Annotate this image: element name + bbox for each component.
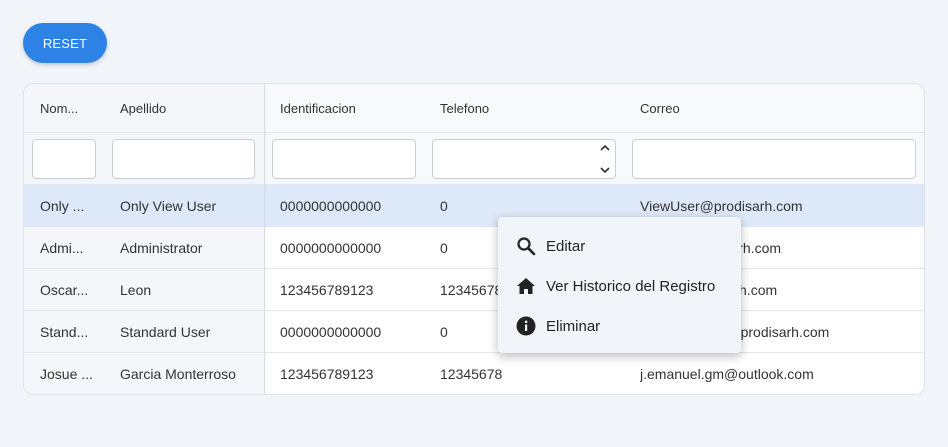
cell-telefono: 12345678 <box>440 366 503 382</box>
data-grid: Nom... Apellido Identificacion Telefono … <box>23 83 925 395</box>
menu-item-ver-historico[interactable]: Ver Historico del Registro <box>498 266 741 306</box>
cell-nombre: Oscar... <box>40 281 89 298</box>
info-icon <box>515 315 537 337</box>
chevron-up-icon[interactable] <box>600 144 610 151</box>
table-row[interactable]: Admi... Administrator 0000000000000 0 ad… <box>24 227 924 269</box>
menu-item-label: Ver Historico del Registro <box>546 277 716 295</box>
filter-input-telefono[interactable] <box>432 139 616 179</box>
menu-item-label: Eliminar <box>546 317 601 335</box>
filter-input-apellido[interactable] <box>112 139 255 179</box>
cell-apellido: Standard User <box>120 323 211 340</box>
context-menu: Editar Ver Historico del Registro Elimin… <box>498 217 741 353</box>
menu-item-eliminar[interactable]: Eliminar <box>498 306 741 346</box>
table-row[interactable]: Josue ... Garcia Monterroso 123456789123… <box>24 353 924 394</box>
header-row: Nom... Apellido Identificacion Telefono … <box>24 84 924 133</box>
search-icon <box>515 235 537 257</box>
cell-nombre: Admi... <box>40 239 84 256</box>
filter-input-correo[interactable] <box>632 139 916 179</box>
pinned-column-divider <box>264 84 265 394</box>
menu-item-label: Editar <box>546 237 586 255</box>
cell-nombre: Stand... <box>40 323 89 340</box>
cell-apellido: Leon <box>120 281 152 298</box>
cell-identificacion: 0000000000000 <box>280 323 382 340</box>
column-header-apellido[interactable]: Apellido <box>120 84 260 132</box>
column-header-identificacion[interactable]: Identificacion <box>280 84 430 132</box>
table-row[interactable]: Only ... Only View User 0000000000000 0 … <box>24 185 924 227</box>
number-spinner[interactable] <box>599 144 611 174</box>
cell-nombre: Josue ... <box>40 366 93 382</box>
filter-input-nombre[interactable] <box>32 139 96 179</box>
cell-correo: j.emanuel.gm@outlook.com <box>640 366 814 382</box>
chevron-down-icon[interactable] <box>600 167 610 174</box>
home-icon <box>515 275 537 297</box>
table-row[interactable]: Oscar... Leon 123456789123 12345678 osca… <box>24 269 924 311</box>
cell-nombre: Only ... <box>40 197 85 214</box>
cell-identificacion: 0000000000000 <box>280 197 382 214</box>
filter-input-identificacion[interactable] <box>272 139 416 179</box>
column-header-telefono[interactable]: Telefono <box>440 84 590 132</box>
column-header-nombre[interactable]: Nom... <box>40 84 102 132</box>
cell-identificacion: 123456789123 <box>280 281 374 298</box>
reset-button[interactable]: RESET <box>23 23 107 63</box>
menu-item-editar[interactable]: Editar <box>498 226 741 266</box>
cell-apellido: Garcia Monterroso <box>120 366 236 382</box>
column-header-correo[interactable]: Correo <box>640 84 920 132</box>
table-row[interactable]: Stand... Standard User 0000000000000 0 S… <box>24 311 924 353</box>
cell-apellido: Only View User <box>120 197 217 214</box>
cell-apellido: Administrator <box>120 239 203 256</box>
filter-row <box>24 133 924 185</box>
cell-identificacion: 0000000000000 <box>280 239 382 256</box>
cell-identificacion: 123456789123 <box>280 366 374 382</box>
